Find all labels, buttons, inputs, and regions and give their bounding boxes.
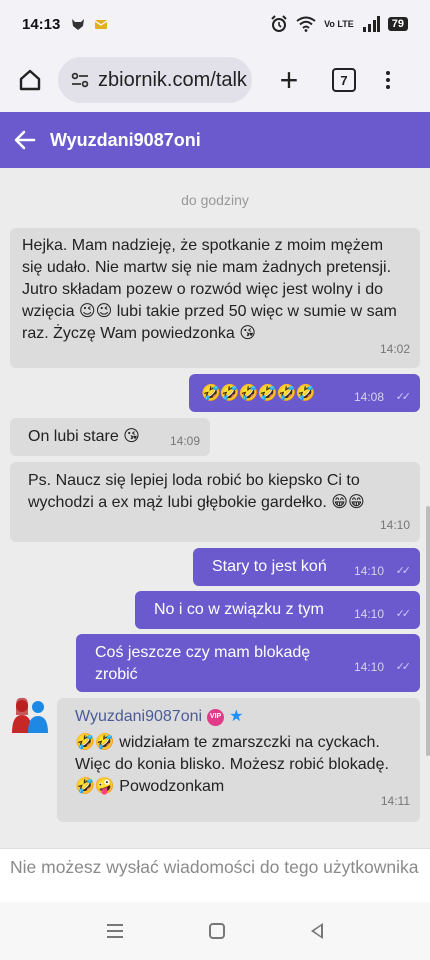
home-button[interactable] <box>12 62 48 98</box>
sender-name[interactable]: Wyuzdani9087oni <box>75 706 202 728</box>
message-incoming[interactable]: Ps. Naucz się lepiej loda robić bo kieps… <box>10 462 420 542</box>
star-icon: ★ <box>229 708 244 725</box>
recent-apps-button[interactable] <box>107 924 123 938</box>
read-receipt-icon: ✓✓ <box>395 391 412 403</box>
message-outgoing[interactable]: Stary to jest koń 14:10 ✓✓ <box>193 548 420 586</box>
message-list[interactable]: do godziny Hejka. Mam nadzieję, że spotk… <box>0 168 430 848</box>
alarm-icon <box>271 15 287 32</box>
tab-switcher-button[interactable]: 7 <box>332 68 356 92</box>
read-receipt-icon: ✓✓ <box>395 565 412 577</box>
time-divider: do godziny <box>181 192 249 208</box>
message-time: 14:11 <box>380 794 410 808</box>
system-back-button[interactable] <box>311 923 323 939</box>
message-outgoing[interactable]: 🤣🤣🤣🤣🤣🤣 14:08 ✓✓ <box>189 374 420 412</box>
system-home-button[interactable] <box>209 923 225 939</box>
message-incoming[interactable]: On lubi stare 😘 14:09 <box>10 418 210 456</box>
message-time: 14:02 <box>379 342 410 356</box>
address-bar[interactable]: zbiornik.com/talk <box>58 57 252 103</box>
volte-indicator: Vo LTE <box>324 18 354 29</box>
message-outgoing[interactable]: No i co w związku z tym 14:10 ✓✓ <box>135 591 420 629</box>
message-text: Coś jeszcze czy mam blokadę zrobić <box>95 644 311 683</box>
message-incoming[interactable]: Hejka. Mam nadzieję, że spotkanie z moim… <box>10 228 420 368</box>
message-time: 14:10 <box>353 660 384 674</box>
message-text: Ps. Naucz się lepiej loda robić bo kieps… <box>28 472 365 511</box>
arrow-left-icon <box>14 130 36 150</box>
status-bar: 14:13 Vo LTE 79 <box>0 0 430 48</box>
status-time: 14:13 <box>22 15 61 33</box>
message-time: 14:10 <box>353 564 384 578</box>
new-tab-button[interactable]: + <box>274 64 304 96</box>
message-time: 14:10 <box>353 607 384 621</box>
message-text: 🤣🤣 widziałam te zmarszczki na cyckach. W… <box>75 734 389 795</box>
wifi-icon <box>296 16 316 32</box>
messaging-disabled-notice: Nie możesz wysłać wiadomości do tego uży… <box>0 848 430 902</box>
vip-badge: VIP <box>207 708 225 726</box>
message-outgoing[interactable]: Coś jeszcze czy mam blokadę zrobić 14:10… <box>76 634 420 692</box>
read-receipt-icon: ✓✓ <box>395 661 412 673</box>
message-time: 14:09 <box>169 434 200 448</box>
mail-notification-icon <box>95 20 108 29</box>
site-settings-icon[interactable] <box>70 70 90 90</box>
fox-notification-icon <box>72 19 85 30</box>
url-text: zbiornik.com/talk <box>98 68 247 91</box>
home-icon <box>19 69 41 91</box>
message-time: 14:08 <box>353 390 384 404</box>
avatar[interactable] <box>10 695 50 735</box>
message-text: Hejka. Mam nadzieję, że spotkanie z moim… <box>22 237 397 342</box>
message-sender: Wyuzdani9087oni VIP ★ <box>75 706 408 728</box>
message-incoming[interactable]: Wyuzdani9087oni VIP ★ 🤣🤣 widziałam te zm… <box>57 698 420 822</box>
back-button[interactable] <box>12 127 38 153</box>
battery-level: 79 <box>387 17 408 31</box>
chat-header: Wyuzdani9087oni <box>0 112 430 168</box>
signal-icon <box>362 16 380 32</box>
browser-toolbar: zbiornik.com/talk + 7 <box>0 48 430 112</box>
message-time: 14:10 <box>379 518 410 532</box>
system-navigation-bar <box>0 902 430 960</box>
scrollbar[interactable] <box>426 506 430 756</box>
chat-title: Wyuzdani9087oni <box>50 129 201 150</box>
browser-menu-button[interactable] <box>382 71 394 89</box>
read-receipt-icon: ✓✓ <box>395 608 412 620</box>
